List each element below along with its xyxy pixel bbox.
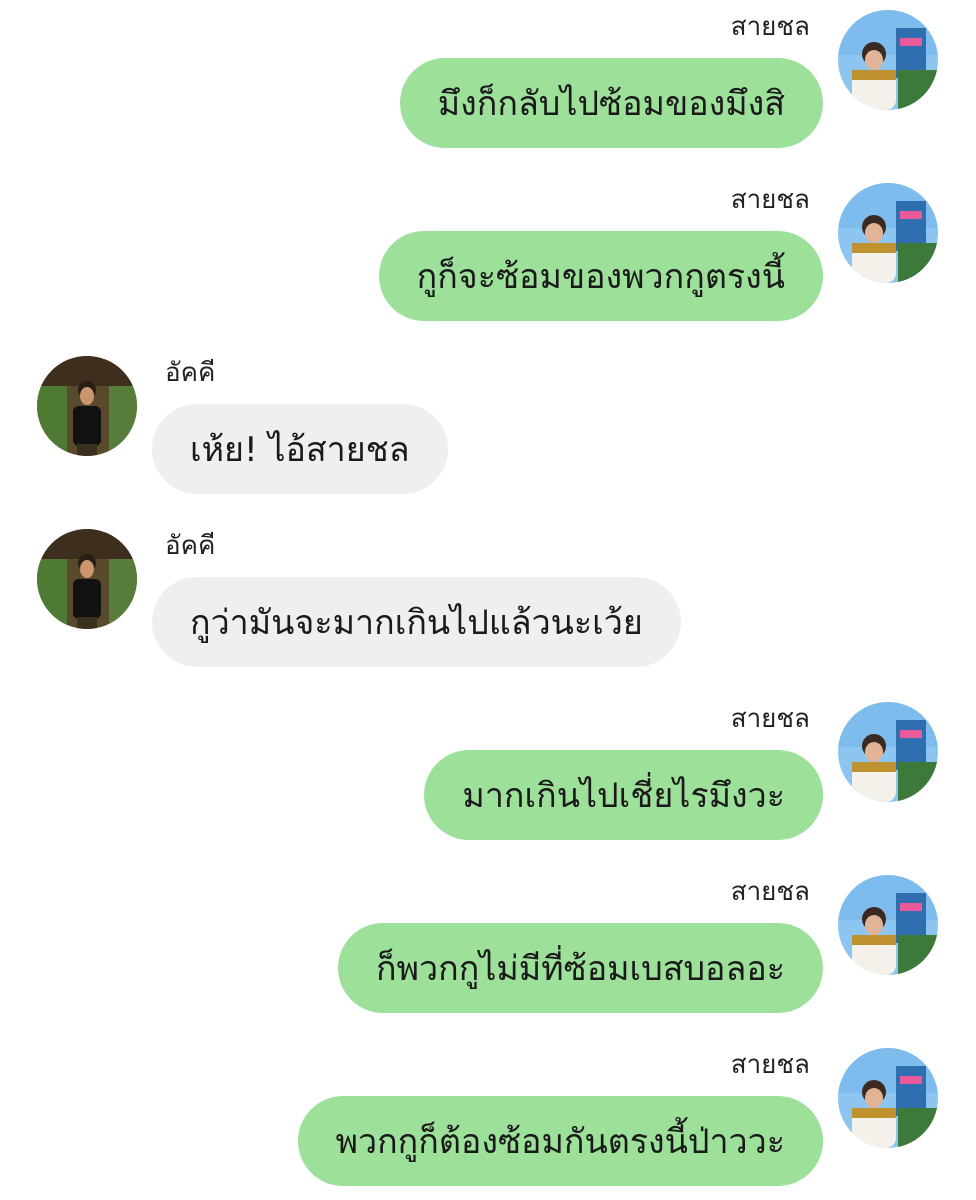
avatar[interactable] [838, 183, 938, 283]
avatar-photo-icon [838, 702, 938, 802]
message-bubble[interactable]: พวกกูก็ต้องซ้อมกันตรงนี้ป่าววะ [297, 1096, 823, 1186]
avatar[interactable] [37, 529, 137, 629]
message-row: สายชล มึงก็กลับไปซ้อมของมึงสิ [0, 0, 976, 160]
message-row: สายชล กูก็จะซ้อมของพวกกูตรงนี้ [0, 173, 976, 333]
message-bubble[interactable]: กูว่ามันจะมากเกินไปแล้วนะเว้ย [152, 577, 681, 667]
message-row: อัคคี เห้ย! ไอ้สายชล [0, 346, 976, 506]
message-bubble[interactable]: เห้ย! ไอ้สายชล [152, 404, 448, 494]
sender-name: สายชล [730, 704, 810, 734]
avatar-photo-icon [838, 10, 938, 110]
sender-name: อัคคี [165, 531, 216, 561]
sender-name: สายชล [730, 12, 810, 42]
sender-name: อัคคี [165, 358, 216, 388]
avatar[interactable] [838, 875, 938, 975]
avatar[interactable] [838, 10, 938, 110]
message-bubble[interactable]: ก็พวกกูไม่มีที่ซ้อมเบสบอลอะ [338, 923, 823, 1013]
avatar-photo-icon [37, 529, 137, 629]
message-row: สายชล มากเกินไปเชี่ยไรมึงวะ [0, 692, 976, 852]
avatar-photo-icon [838, 1048, 938, 1148]
message-bubble[interactable]: กูก็จะซ้อมของพวกกูตรงนี้ [378, 231, 823, 321]
message-row: สายชล พวกกูก็ต้องซ้อมกันตรงนี้ป่าววะ [0, 1038, 976, 1198]
sender-name: สายชล [730, 1050, 810, 1080]
message-bubble[interactable]: มากเกินไปเชี่ยไรมึงวะ [424, 750, 823, 840]
sender-name: สายชล [730, 185, 810, 215]
avatar-photo-icon [838, 875, 938, 975]
sender-name: สายชล [730, 877, 810, 907]
avatar-photo-icon [37, 356, 137, 456]
avatar-photo-icon [838, 183, 938, 283]
message-row: สายชล ก็พวกกูไม่มีที่ซ้อมเบสบอลอะ [0, 865, 976, 1025]
avatar[interactable] [838, 702, 938, 802]
message-row: อัคคี กูว่ามันจะมากเกินไปแล้วนะเว้ย [0, 519, 976, 679]
avatar[interactable] [838, 1048, 938, 1148]
message-bubble[interactable]: มึงก็กลับไปซ้อมของมึงสิ [399, 58, 823, 148]
avatar[interactable] [37, 356, 137, 456]
